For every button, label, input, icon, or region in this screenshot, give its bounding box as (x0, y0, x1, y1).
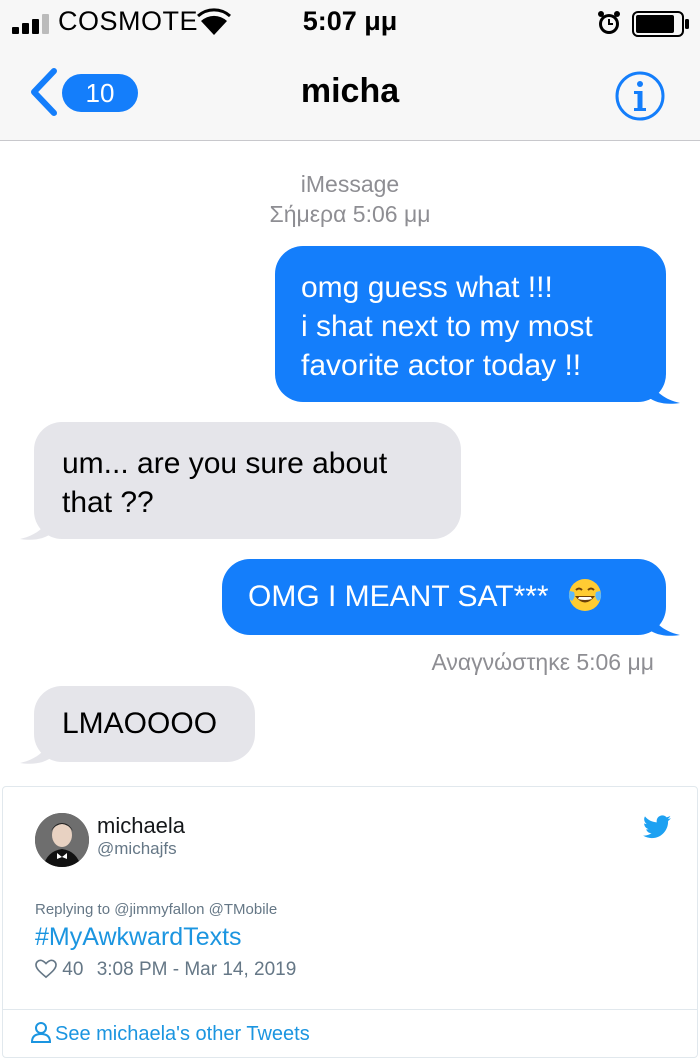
clock-time: 5:07 μμ (302, 6, 398, 36)
see-other-tweets-label: See michaela's other Tweets (55, 1023, 310, 1045)
bubble-tail (648, 607, 680, 636)
divider (3, 1009, 697, 1010)
message-line: that ?? (62, 486, 154, 519)
message-line: OMG I MEANT SAT*** (248, 580, 549, 613)
tweet-author-name[interactable]: michaela (97, 813, 185, 839)
service-label: iMessage (300, 171, 400, 197)
embedded-tweet[interactable]: michaela @michajfs Replying to @jimmyfal… (2, 786, 698, 1058)
hashtag-link[interactable]: #MyAwkwardTexts (35, 923, 242, 952)
tweet-timestamp[interactable]: 3:08 PM - Mar 14, 2019 (97, 959, 297, 980)
avatar[interactable] (35, 813, 89, 867)
message-bubble-outgoing[interactable]: OMG I MEANT SAT*** (222, 559, 666, 635)
message-line: um... are you sure about (62, 447, 388, 480)
message-bubble-incoming[interactable]: LMAOOOO (34, 686, 255, 762)
message-line: LMAOOOO (62, 707, 218, 740)
user-icon (30, 1022, 52, 1043)
battery-icon (632, 11, 689, 37)
bubble-tail (648, 375, 680, 404)
read-receipt: Αναγνώστηκε 5:06 μμ (431, 649, 654, 675)
message-line: i shat next to my most (301, 310, 593, 343)
contact-name[interactable]: micha (0, 72, 700, 111)
bubble-tail (20, 511, 52, 540)
like-count: 40 (62, 959, 84, 980)
tweet-author-handle[interactable]: @michajfs (97, 839, 177, 859)
tears-of-joy-emoji-icon (568, 579, 602, 611)
info-icon[interactable] (614, 70, 666, 122)
conversation-header: 10 micha (0, 44, 700, 141)
message-bubble-incoming[interactable]: um... are you sure about that ?? (34, 422, 461, 539)
status-bar: COSMOTE 5:07 μμ (0, 0, 700, 44)
see-other-tweets-link[interactable]: See michaela's other Tweets (30, 1021, 310, 1046)
message-thread: iMessage Σήμερα 5:06 μμ omg guess what !… (0, 141, 700, 781)
replying-to-label: Replying to @jimmyfallon @TMobile (35, 901, 278, 918)
date-label: Σήμερα 5:06 μμ (269, 201, 431, 227)
message-bubble-outgoing[interactable]: omg guess what !!! i shat next to my mos… (275, 246, 666, 402)
tweet-stats: 40 3:08 PM - Mar 14, 2019 (35, 959, 296, 981)
heart-icon[interactable] (35, 959, 57, 979)
message-line: omg guess what !!! (301, 271, 553, 304)
bubble-tail (20, 735, 52, 764)
user-photo-icon (35, 813, 89, 867)
alarm-clock-icon (598, 11, 620, 34)
message-line: favorite actor today !! (301, 349, 582, 382)
twitter-bird-icon[interactable] (643, 815, 671, 839)
